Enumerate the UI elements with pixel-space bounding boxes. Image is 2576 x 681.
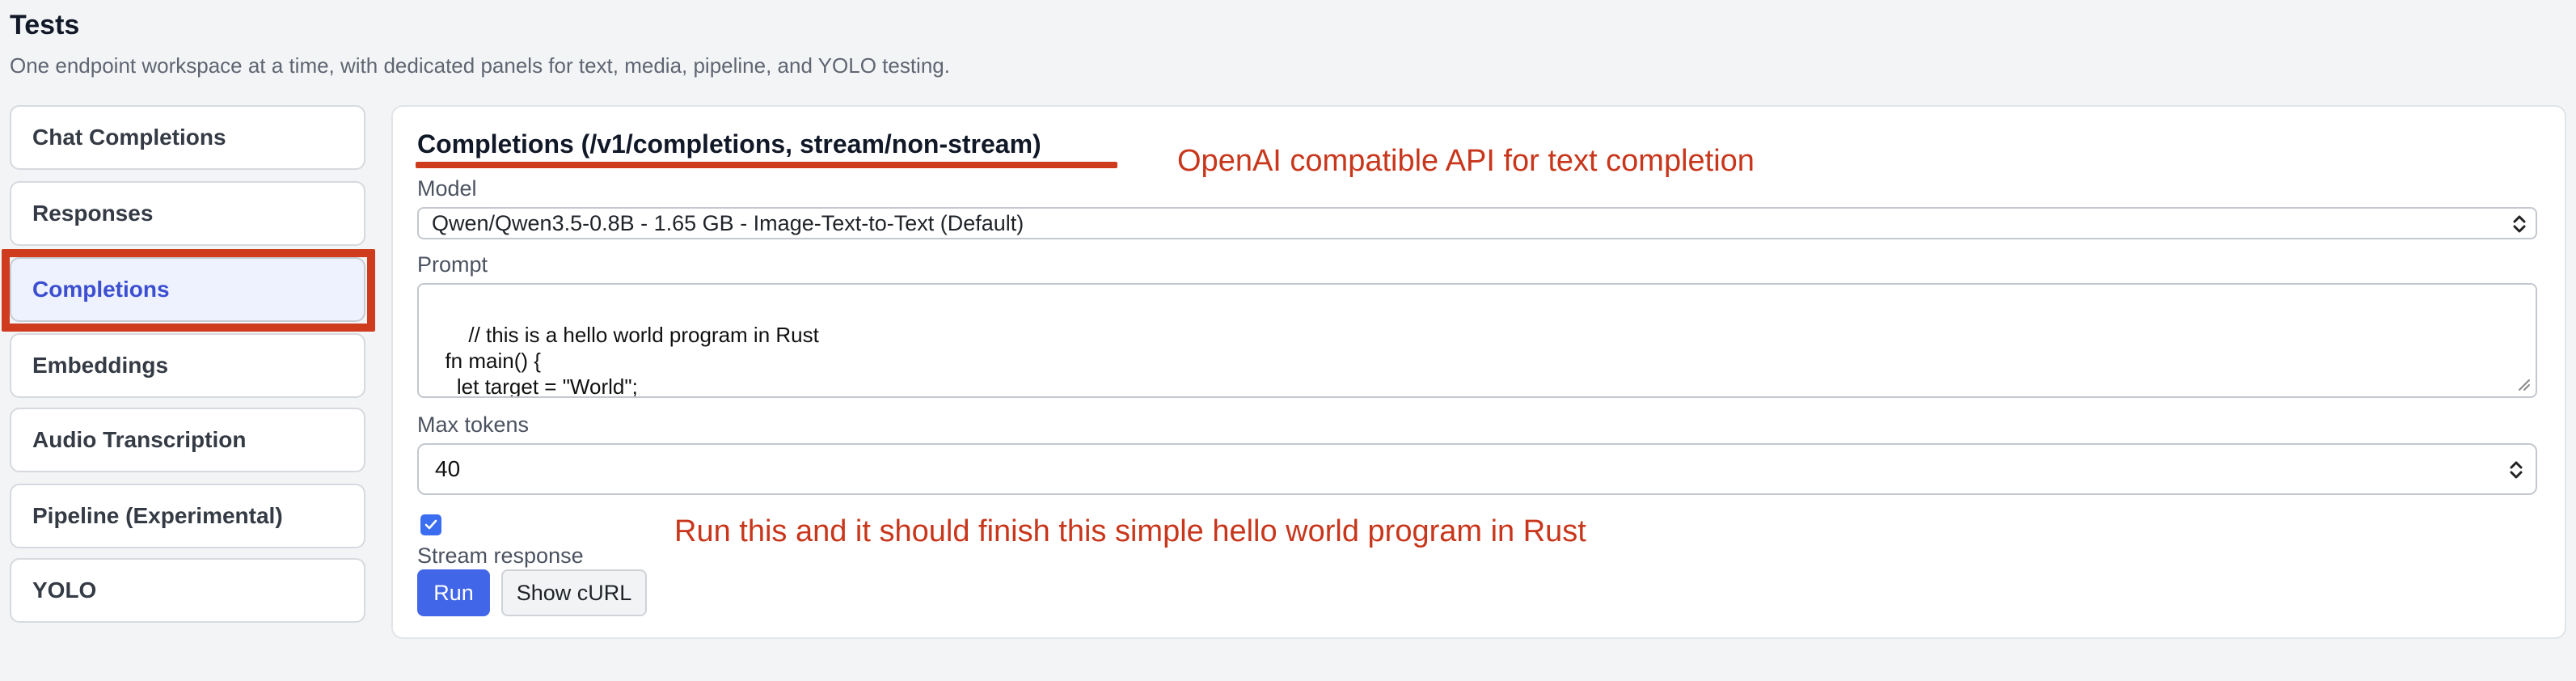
prompt-label: Prompt [417, 252, 488, 277]
sidebar-item-chat-completions[interactable]: Chat Completions [10, 105, 365, 170]
sidebar-item-pipeline[interactable]: Pipeline (Experimental) [10, 484, 365, 548]
max-tokens-label: Max tokens [417, 412, 530, 437]
number-stepper-icon[interactable] [2508, 458, 2524, 482]
panel-title: Completions (/v1/completions, stream/non… [417, 129, 1041, 159]
sidebar-item-yolo[interactable]: YOLO [10, 558, 365, 623]
page-subtitle: One endpoint workspace at a time, with d… [10, 53, 950, 78]
max-tokens-input[interactable]: 40 [417, 443, 2537, 495]
run-button[interactable]: Run [417, 569, 490, 616]
page-title: Tests [10, 10, 80, 40]
stream-response-label: Stream response [417, 544, 584, 568]
annotation-underline [416, 162, 1117, 168]
annotation-run-note: Run this and it should finish this simpl… [674, 514, 1586, 548]
resize-grip-icon[interactable] [2516, 377, 2531, 391]
prompt-text: // this is a hello world program in Rust… [445, 323, 819, 398]
completions-panel: Completions (/v1/completions, stream/non… [391, 105, 2566, 639]
model-select[interactable]: Qwen/Qwen3.5-0.8B - 1.65 GB - Image-Text… [417, 207, 2537, 239]
checkmark-icon [424, 519, 437, 530]
sidebar-item-completions[interactable]: Completions [10, 257, 365, 322]
annotation-api-note: OpenAI compatible API for text completio… [1177, 144, 1755, 178]
model-select-value: Qwen/Qwen3.5-0.8B - 1.65 GB - Image-Text… [432, 210, 1024, 235]
tests-page: Tests One endpoint workspace at a time, … [0, 0, 2576, 681]
stream-response-checkbox[interactable] [420, 514, 441, 535]
chevron-up-down-icon [2513, 215, 2526, 233]
sidebar-item-audio-transcription[interactable]: Audio Transcription [10, 408, 365, 472]
max-tokens-value: 40 [435, 456, 461, 481]
show-curl-button[interactable]: Show cURL [501, 569, 647, 616]
model-label: Model [417, 176, 477, 201]
sidebar-item-responses[interactable]: Responses [10, 181, 365, 246]
sidebar-item-embeddings[interactable]: Embeddings [10, 333, 365, 398]
prompt-textarea[interactable]: // this is a hello world program in Rust… [417, 283, 2537, 398]
